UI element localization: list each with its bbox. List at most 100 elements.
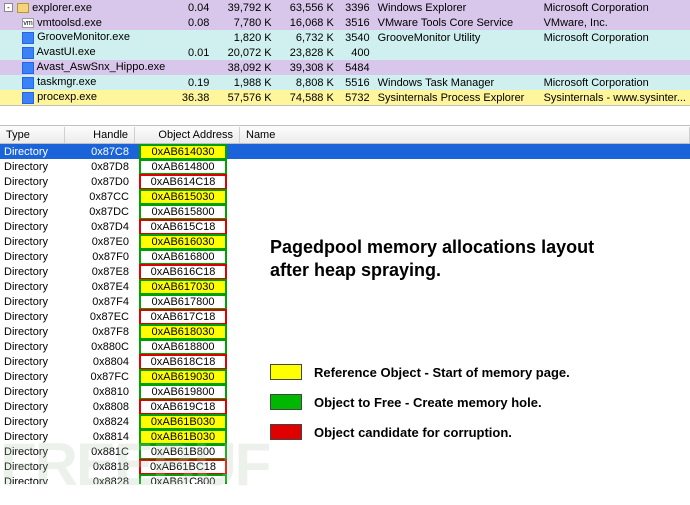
company: VMware, Inc.	[540, 15, 690, 30]
handle-type: Directory	[0, 161, 65, 173]
process-name: AvastUI.exe	[36, 46, 95, 58]
annotation-title: Pagedpool memory allocations layout afte…	[270, 236, 670, 283]
handle-value: 0x880C	[65, 341, 135, 353]
process-table[interactable]: - explorer.exe0.0439,792 K63,556 K3396Wi…	[0, 0, 690, 105]
company: Microsoft Corporation	[540, 30, 690, 45]
object-address: 0xAB61C800	[139, 474, 227, 485]
description: GrooveMonitor Utility	[374, 30, 540, 45]
handle-row[interactable]: Directory0x87D00xAB614C18	[0, 174, 690, 189]
object-address: 0xAB616C18	[139, 264, 227, 280]
handle-type: Directory	[0, 266, 65, 278]
handle-type: Directory	[0, 236, 65, 248]
handle-type: Directory	[0, 146, 65, 158]
handle-row[interactable]: Directory0x87DC0xAB615800	[0, 204, 690, 219]
handle-row[interactable]: Directory0x87CC0xAB615030	[0, 189, 690, 204]
tree-collapse-icon[interactable]: -	[4, 3, 13, 12]
folder-icon	[17, 3, 29, 13]
handle-row[interactable]: Directory0x880C0xAB618800	[0, 339, 690, 354]
legend-swatch-red	[270, 424, 302, 440]
col-handle[interactable]: Handle	[65, 127, 135, 143]
handle-row[interactable]: Directory0x88180xAB61BC18	[0, 459, 690, 474]
pane-divider[interactable]	[0, 105, 690, 125]
process-row[interactable]: procexp.exe36.3857,576 K74,588 K5732Sysi…	[0, 90, 690, 105]
handle-value: 0x8804	[65, 356, 135, 368]
col-type[interactable]: Type	[0, 127, 65, 143]
col-name[interactable]: Name	[240, 127, 690, 143]
object-address: 0xAB614030	[139, 144, 227, 160]
handle-value: 0x87E0	[65, 236, 135, 248]
cpu-value: 0.01	[169, 45, 213, 60]
handle-type: Directory	[0, 431, 65, 443]
handle-value: 0x87DC	[65, 206, 135, 218]
handle-type: Directory	[0, 176, 65, 188]
object-address: 0xAB615030	[139, 189, 227, 205]
handle-value: 0x87F4	[65, 296, 135, 308]
handle-row[interactable]: Directory0x88280xAB61C800	[0, 474, 690, 484]
app-icon	[22, 62, 34, 74]
object-address: 0xAB61BC18	[139, 459, 227, 475]
process-name: Avast_AswSnx_Hippo.exe	[36, 61, 165, 73]
handle-type: Directory	[0, 461, 65, 473]
handle-header: Type Handle Object Address Name	[0, 125, 690, 144]
working-set: 8,808 K	[276, 75, 338, 90]
private-bytes: 38,092 K	[213, 60, 275, 75]
handle-value: 0x87FC	[65, 371, 135, 383]
description: VMware Tools Core Service	[374, 15, 540, 30]
handle-value: 0x8824	[65, 416, 135, 428]
object-address: 0xAB615C18	[139, 219, 227, 235]
object-address: 0xAB616800	[139, 249, 227, 265]
process-row[interactable]: Avast_AswSnx_Hippo.exe38,092 K39,308 K54…	[0, 60, 690, 75]
process-name: taskmgr.exe	[37, 76, 96, 88]
col-object-address[interactable]: Object Address	[135, 127, 240, 143]
object-address: 0xAB619C18	[139, 399, 227, 415]
handle-type: Directory	[0, 296, 65, 308]
handle-row[interactable]: Directory0x87D40xAB615C18	[0, 219, 690, 234]
handle-type: Directory	[0, 386, 65, 398]
handle-row[interactable]: Directory0x87EC0xAB617C18	[0, 309, 690, 324]
handle-type: Directory	[0, 371, 65, 383]
handle-type: Directory	[0, 326, 65, 338]
company	[540, 45, 690, 60]
company: Sysinternals - www.sysinter...	[540, 90, 690, 105]
object-address: 0xAB618C18	[139, 354, 227, 370]
company	[540, 60, 690, 75]
handle-value: 0x881C	[65, 446, 135, 458]
object-address: 0xAB619030	[139, 369, 227, 385]
description	[374, 45, 540, 60]
cpu-value	[169, 30, 213, 45]
handle-type: Directory	[0, 416, 65, 428]
pid-value: 5484	[338, 60, 374, 75]
handle-row[interactable]: Directory0x87D80xAB614800	[0, 159, 690, 174]
object-address: 0xAB617030	[139, 279, 227, 295]
object-address: 0xAB614C18	[139, 174, 227, 190]
process-row[interactable]: - explorer.exe0.0439,792 K63,556 K3396Wi…	[0, 0, 690, 15]
pid-value: 5516	[338, 75, 374, 90]
handle-row[interactable]: Directory0x87F40xAB617800	[0, 294, 690, 309]
object-address: 0xAB619800	[139, 384, 227, 400]
working-set: 23,828 K	[276, 45, 338, 60]
object-address: 0xAB618800	[139, 339, 227, 355]
cpu-value	[169, 60, 213, 75]
legend: Reference Object - Start of memory page.…	[270, 364, 670, 454]
description: Sysinternals Process Explorer	[374, 90, 540, 105]
process-row[interactable]: taskmgr.exe0.191,988 K8,808 K5516Windows…	[0, 75, 690, 90]
handle-type: Directory	[0, 281, 65, 293]
legend-swatch-yellow	[270, 364, 302, 380]
process-name: procexp.exe	[37, 91, 97, 103]
handle-row[interactable]: Directory0x87F80xAB618030	[0, 324, 690, 339]
handle-value: 0x8808	[65, 401, 135, 413]
pid-value: 400	[338, 45, 374, 60]
handle-row[interactable]: Directory0x87C80xAB614030	[0, 144, 690, 159]
handle-type: Directory	[0, 446, 65, 458]
process-row[interactable]: AvastUI.exe0.0120,072 K23,828 K400	[0, 45, 690, 60]
process-row[interactable]: GrooveMonitor.exe1,820 K6,732 K3540Groov…	[0, 30, 690, 45]
description: Windows Task Manager	[374, 75, 540, 90]
pid-value: 3396	[338, 0, 374, 15]
handle-type: Directory	[0, 191, 65, 203]
description: Windows Explorer	[374, 0, 540, 15]
legend-label: Object candidate for corruption.	[314, 425, 512, 440]
process-row[interactable]: vm vmtoolsd.exe0.087,780 K16,068 K3516VM…	[0, 15, 690, 30]
handle-value: 0x87EC	[65, 311, 135, 323]
handle-list[interactable]: Directory0x87C80xAB614030Directory0x87D8…	[0, 144, 690, 484]
object-address: 0xAB617C18	[139, 309, 227, 325]
